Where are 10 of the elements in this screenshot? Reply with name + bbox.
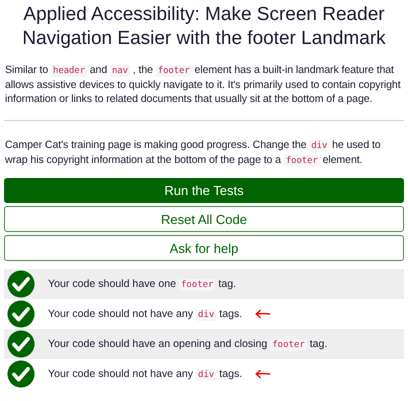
page-title: Applied Accessibility: Make Screen Reader Navigation Easier with the footer Landmark (21, 3, 387, 51)
description-text: Similar to header and nav , the footer element has a built-in landmark feature that allows assistive devices to quickly navigate to it. It's primarily used to contain copyright information or links to related documents that usually sit at the bottom of a page. (5, 63, 402, 106)
instructions-text: Camper Cat's training page is making good progress. Change the div he used to wrap his copyright information at the bottom of the page to a footer element. (5, 138, 382, 168)
test-text: Your code should not have any div tags. (48, 308, 242, 320)
test-text: Your code should not have any div tags. (48, 368, 242, 380)
action-button[interactable]: Reset All Code (4, 206, 404, 232)
action-button[interactable]: Ask for help (4, 235, 404, 261)
test-text: Your code should have one footer tag. (48, 278, 236, 290)
test-text: Your code should have an opening and closing footer tag. (48, 338, 328, 350)
run-tests-button[interactable]: Run the Tests (4, 178, 404, 203)
